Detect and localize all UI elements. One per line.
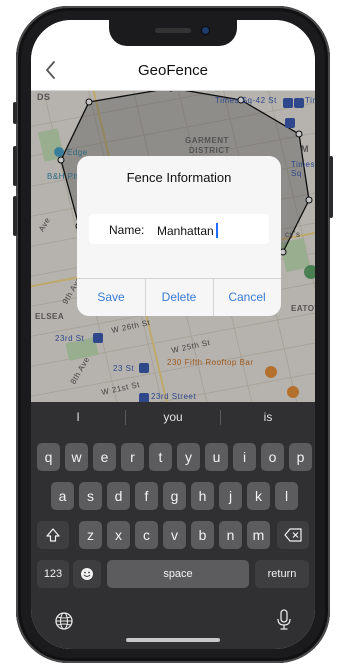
emoji-icon[interactable] <box>73 560 101 588</box>
power-button <box>329 156 333 218</box>
key-b[interactable]: b <box>191 521 214 549</box>
cancel-button[interactable]: Cancel <box>213 279 281 316</box>
key-w[interactable]: w <box>65 443 88 471</box>
volume-up-button <box>13 146 17 186</box>
key-j[interactable]: j <box>219 482 242 510</box>
dialog-title: Fence Information <box>126 170 232 185</box>
mute-switch <box>13 102 17 124</box>
key-g[interactable]: g <box>163 482 186 510</box>
name-label: Name: <box>109 223 145 237</box>
suggestion-3[interactable]: is <box>221 402 315 432</box>
globe-icon[interactable] <box>53 610 75 632</box>
key-v[interactable]: v <box>163 521 186 549</box>
key-k[interactable]: k <box>247 482 270 510</box>
key-u[interactable]: u <box>205 443 228 471</box>
save-button[interactable]: Save <box>77 279 145 316</box>
fence-information-dialog: Fence Information Name: Manhattan Save D… <box>77 156 281 316</box>
text-cursor <box>215 223 218 238</box>
key-q[interactable]: q <box>37 443 60 471</box>
space-key[interactable]: space <box>107 560 249 588</box>
key-p[interactable]: p <box>289 443 312 471</box>
key-d[interactable]: d <box>107 482 130 510</box>
key-s[interactable]: s <box>79 482 102 510</box>
suggestion-2[interactable]: you <box>126 402 220 432</box>
key-x[interactable]: x <box>107 521 130 549</box>
delete-button[interactable]: Delete <box>145 279 213 316</box>
key-o[interactable]: o <box>261 443 284 471</box>
key-f[interactable]: f <box>135 482 158 510</box>
numbers-key[interactable]: 123 <box>37 560 69 588</box>
key-t[interactable]: t <box>149 443 172 471</box>
key-c[interactable]: c <box>135 521 158 549</box>
suggestion-1[interactable]: I <box>31 402 125 432</box>
key-a[interactable]: a <box>51 482 74 510</box>
home-indicator[interactable] <box>126 638 220 642</box>
backspace-icon[interactable] <box>277 521 309 549</box>
key-e[interactable]: e <box>93 443 116 471</box>
name-field[interactable]: Name: Manhattan <box>89 214 269 244</box>
page-title: GeoFence <box>137 62 209 79</box>
key-r[interactable]: r <box>121 443 144 471</box>
microphone-icon[interactable] <box>275 608 293 632</box>
key-l[interactable]: l <box>275 482 298 510</box>
name-input[interactable]: Manhattan <box>157 223 218 238</box>
key-i[interactable]: i <box>233 443 256 471</box>
notch <box>109 20 237 46</box>
speaker-grille <box>155 28 191 33</box>
keyboard: I you is q w e r t y u i o p a s d f g h… <box>31 402 315 649</box>
key-n[interactable]: n <box>219 521 242 549</box>
phone-screen: GeoFence DS Times Sq-42 St Ti Edge GARME… <box>31 20 315 649</box>
shift-icon[interactable] <box>37 521 69 549</box>
key-m[interactable]: m <box>247 521 270 549</box>
name-input-value: Manhattan <box>157 224 214 238</box>
key-h[interactable]: h <box>191 482 214 510</box>
key-y[interactable]: y <box>177 443 200 471</box>
volume-down-button <box>13 196 17 236</box>
key-z[interactable]: z <box>79 521 102 549</box>
front-camera <box>202 27 209 34</box>
return-key[interactable]: return <box>255 560 309 588</box>
